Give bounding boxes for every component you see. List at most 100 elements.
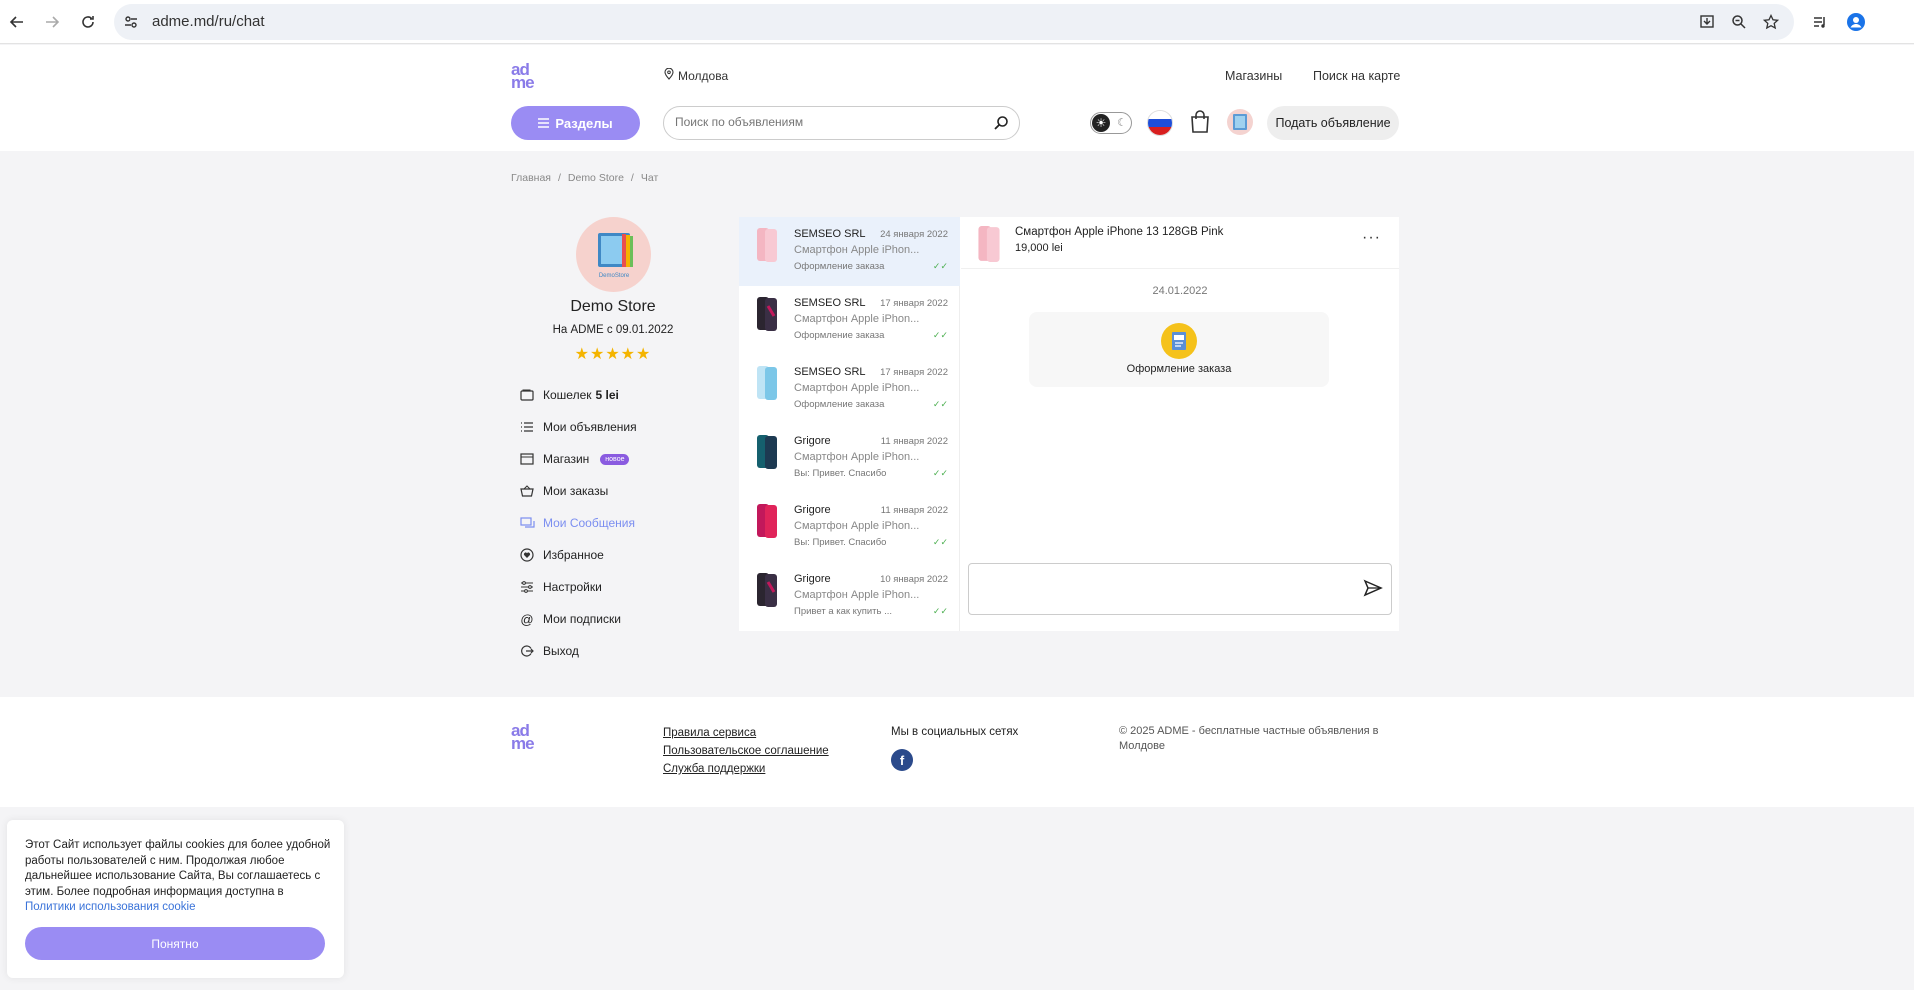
zoom-icon[interactable] (1727, 10, 1751, 34)
breadcrumb-home[interactable]: Главная (511, 172, 551, 184)
chat-item[interactable]: Grigore 11 января 2022 Смартфон Apple iP… (739, 424, 960, 493)
chat-icon (519, 515, 535, 531)
more-options-icon[interactable]: ··· (1362, 229, 1381, 247)
cookie-text: Этот Сайт использует файлы cookies для б… (25, 839, 331, 898)
chat-item[interactable]: SEMSEO SRL 24 января 2022 Смартфон Apple… (739, 217, 960, 286)
cart-icon[interactable] (1189, 110, 1211, 139)
sections-button[interactable]: Разделы (511, 106, 640, 140)
user-avatar[interactable] (1227, 109, 1253, 135)
browser-toolbar: adme.md/ru/chat (0, 0, 1914, 44)
post-ad-button[interactable]: Подать объявление (1267, 106, 1399, 140)
location-selector[interactable]: Молдова (664, 67, 728, 83)
theme-toggle[interactable]: ☀ ☾ (1090, 112, 1132, 134)
footer-logo[interactable]: ad me (511, 722, 535, 752)
rating-stars: ★★★★★ (574, 346, 652, 363)
chat-item[interactable]: Grigore 10 января 2022 Смартфон Apple iP… (739, 562, 960, 631)
search-icon[interactable] (993, 115, 1009, 136)
chat-status: Оформление заказа (794, 399, 885, 410)
logo-part: me (511, 73, 535, 92)
chat-name: SEMSEO SRL (794, 228, 866, 240)
address-bar[interactable] (114, 4, 1794, 40)
wallet-amount: 5 lei (595, 388, 619, 402)
menu-item-favorites[interactable]: Избранное (519, 547, 604, 563)
reload-icon[interactable] (76, 10, 100, 34)
menu-item-wallet[interactable]: Кошелек 5 lei (519, 387, 619, 403)
copyright: © 2025 ADME - бесплатные частные объявле… (1119, 725, 1379, 752)
chat-status: Привет а как купить ... (794, 606, 893, 617)
menu-item-my-ads[interactable]: Мои объявления (519, 419, 637, 435)
new-badge: новое (600, 453, 630, 465)
wallet-icon (519, 387, 535, 403)
chat-item[interactable]: SEMSEO SRL 17 января 2022 Смартфон Apple… (739, 355, 960, 424)
read-check-icon: ✓✓ (932, 468, 948, 478)
forward-icon[interactable] (40, 10, 64, 34)
star-icon[interactable] (1759, 10, 1783, 34)
menu-label: Мои Сообщения (543, 516, 635, 530)
message-date: 24.01.2022 (1152, 285, 1208, 297)
menu-item-orders[interactable]: Мои заказы (519, 483, 608, 499)
url-text[interactable]: adme.md/ru/chat (152, 13, 265, 30)
install-icon[interactable] (1695, 10, 1719, 34)
chat-preview: Смартфон Apple iPhon... (794, 589, 920, 601)
media-icon[interactable] (1808, 10, 1832, 34)
store-avatar: DemoStore (576, 217, 651, 292)
footer-link-agreement[interactable]: Пользовательское соглашение (663, 745, 829, 757)
shops-link[interactable]: Магазины (1225, 69, 1282, 83)
chat-preview: Смартфон Apple iPhon... (794, 382, 920, 394)
menu-item-messages[interactable]: Мои Сообщения (519, 515, 635, 531)
cookie-policy-link[interactable]: Политики использования cookie (25, 901, 195, 913)
product-thumbnail[interactable] (975, 225, 1003, 263)
product-thumbnail (757, 366, 777, 400)
breadcrumb: Главная / Demo Store / Чат (511, 172, 658, 184)
facebook-icon[interactable]: f (891, 749, 913, 771)
menu-item-shop[interactable]: Магазин новое (519, 451, 630, 467)
send-icon[interactable] (1363, 579, 1383, 602)
menu-icon (538, 116, 550, 131)
menu-item-logout[interactable]: Выход (519, 643, 579, 659)
cookie-accept-button[interactable]: Понятно (25, 927, 325, 960)
menu-label: Мои заказы (543, 484, 609, 498)
footer-link-support[interactable]: Служба поддержки (663, 763, 765, 775)
order-message: Оформление заказа (1029, 312, 1329, 387)
read-check-icon: ✓✓ (932, 399, 948, 409)
at-icon: @ (520, 611, 534, 627)
breadcrumb-store[interactable]: Demo Store (568, 172, 624, 184)
site-footer (0, 697, 1914, 807)
shop-icon (519, 451, 535, 467)
product-title[interactable]: Смартфон Apple iPhone 13 128GB Pink (1015, 226, 1223, 238)
menu-label: Настройки (543, 580, 602, 594)
menu-label: Избранное (543, 548, 604, 562)
menu-label: Магазин (543, 452, 590, 466)
menu-item-settings[interactable]: Настройки (519, 579, 602, 595)
back-icon[interactable] (5, 10, 29, 34)
menu-item-subscriptions[interactable]: @ Мои подписки (519, 611, 621, 627)
avatar-text: DemoStore (598, 273, 629, 279)
product-price: 19,000 lei (1015, 242, 1063, 254)
product-thumbnail (757, 297, 777, 331)
message-input[interactable] (968, 563, 1392, 615)
cookie-text-block: Этот Сайт использует файлы cookies для б… (25, 838, 335, 916)
site-logo[interactable]: ad me (511, 61, 535, 92)
chat-date: 10 января 2022 (880, 574, 948, 585)
store-name: Demo Store (570, 298, 656, 315)
language-flag-ru[interactable] (1147, 110, 1173, 136)
chat-item[interactable]: SEMSEO SRL 17 января 2022 Смартфон Apple… (739, 286, 960, 355)
breadcrumb-separator: / (630, 172, 634, 184)
map-search-link[interactable]: Поиск на карте (1313, 69, 1400, 83)
read-check-icon: ✓✓ (932, 537, 948, 547)
profile-icon[interactable] (1844, 10, 1868, 34)
chat-date: 17 января 2022 (880, 367, 948, 378)
footer-link-rules[interactable]: Правила сервиса (663, 727, 756, 739)
search-input[interactable] (675, 115, 975, 129)
product-thumbnail (757, 435, 777, 469)
chat-name: Grigore (794, 504, 831, 516)
site-settings-icon[interactable] (119, 10, 143, 34)
member-since: На ADME с 09.01.2022 (552, 324, 674, 336)
conversation-header: Смартфон Apple iPhone 13 128GB Pink 19,0… (961, 217, 1399, 269)
chat-status: Оформление заказа (794, 261, 885, 272)
chat-item[interactable]: Grigore 11 января 2022 Смартфон Apple iP… (739, 493, 960, 562)
chat-preview: Смартфон Apple iPhon... (794, 520, 920, 532)
pin-icon (664, 67, 674, 83)
order-label: Оформление заказа (1126, 363, 1232, 375)
menu-label: Мои объявления (543, 420, 637, 434)
